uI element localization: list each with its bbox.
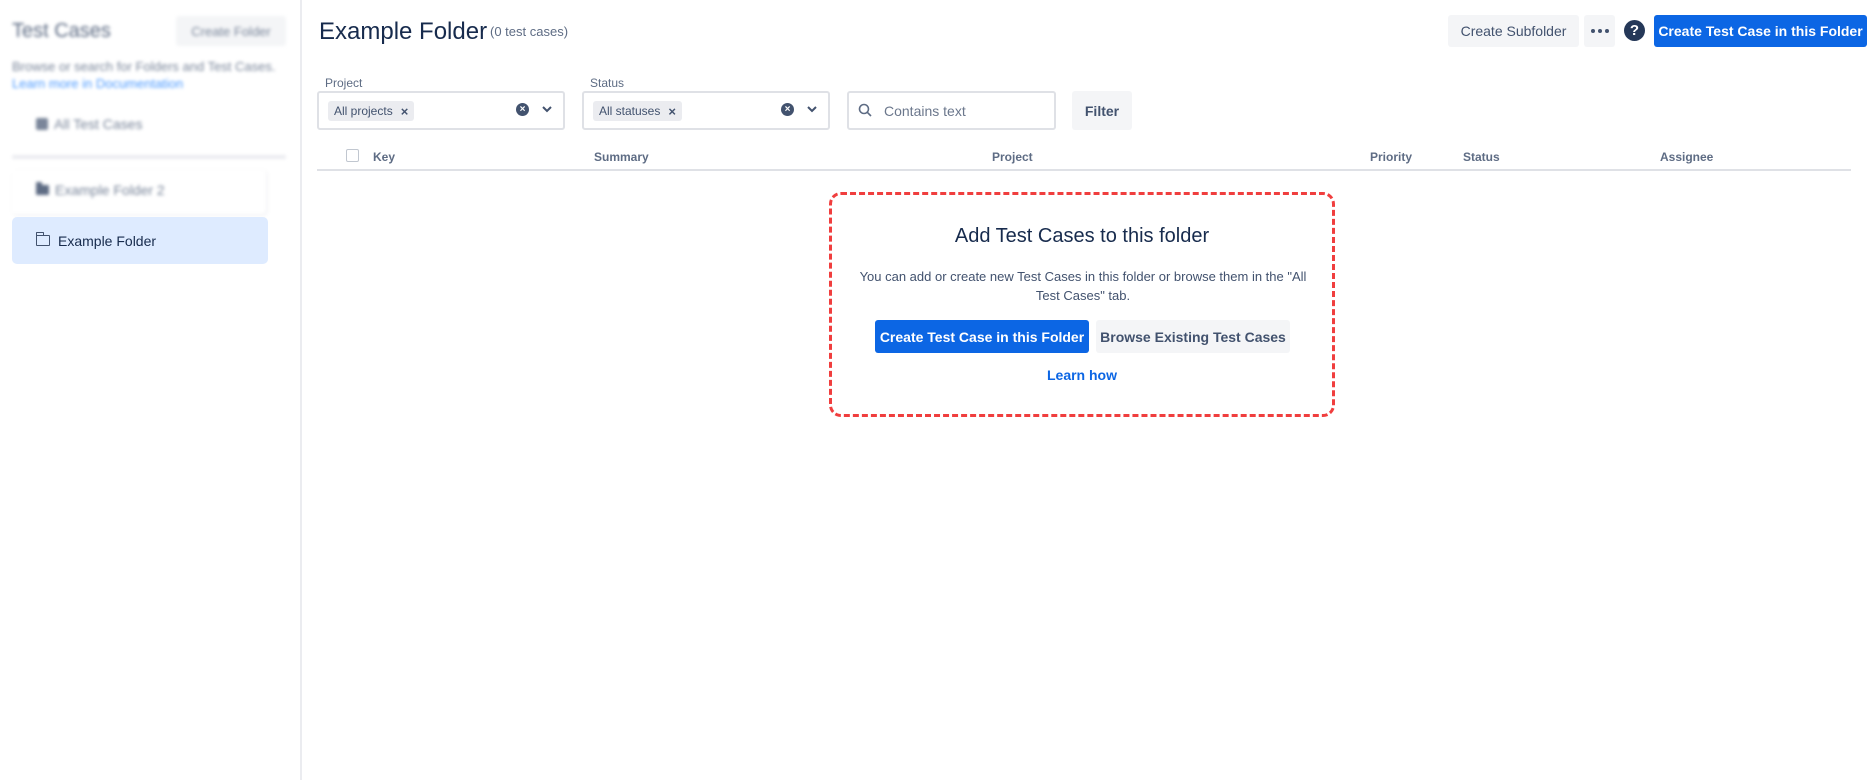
create-folder-button[interactable]: Create Folder [176,16,286,46]
more-horizontal-icon [1604,29,1609,33]
more-horizontal-icon [1590,29,1595,33]
search-placeholder: Contains text [884,103,966,119]
sidebar-item-example-folder-2[interactable]: Example Folder 2 [36,182,165,198]
project-chip: All projects × [328,101,415,121]
empty-state: Add Test Cases to this folder You can ad… [829,192,1335,417]
column-key[interactable]: Key [373,150,395,164]
column-summary[interactable]: Summary [594,150,649,164]
search-input[interactable]: Contains text [847,91,1056,130]
folder-icon [36,182,49,195]
create-subfolder-button[interactable]: Create Subfolder [1448,15,1579,47]
sidebar-item-label: All Test Cases [54,116,143,132]
remove-chip-icon[interactable]: × [401,104,409,119]
chip-label: All statuses [599,104,661,118]
test-case-count: (0 test cases) [490,24,569,39]
more-horizontal-icon [1597,29,1602,33]
chevron-down-icon[interactable] [806,102,818,116]
browse-existing-test-cases-button[interactable]: Browse Existing Test Cases [1096,320,1290,353]
create-test-case-in-folder-button[interactable]: Create Test Case in this Folder [875,320,1089,353]
archive-icon [36,118,48,130]
column-status[interactable]: Status [1463,150,1500,164]
select-all-checkbox[interactable] [346,149,359,162]
learn-how-link[interactable]: Learn how [832,367,1332,383]
sidebar: Test Cases Create Folder Browse or searc… [0,0,302,780]
folder-icon [35,232,50,246]
project-filter-label: Project [325,76,363,90]
column-priority[interactable]: Priority [1370,150,1412,164]
sidebar-title: Test Cases [12,20,111,42]
sidebar-item-example-folder[interactable]: Example Folder [12,217,268,264]
sidebar-item-label: Example Folder 2 [55,182,165,198]
sidebar-divider [12,155,286,159]
sidebar-description: Browse or search for Folders and Test Ca… [12,59,276,74]
clear-icon[interactable]: × [781,103,794,116]
clear-icon[interactable]: × [516,103,529,116]
filter-button[interactable]: Filter [1072,91,1132,130]
status-filter-select[interactable]: All statuses × × [582,91,830,130]
question-circle-icon[interactable]: ? [1624,20,1645,41]
table-header: Key Summary Project Priority Status Assi… [317,146,1851,171]
page-title: Example Folder [319,18,488,45]
status-filter-label: Status [590,76,625,90]
empty-state-title: Add Test Cases to this folder [954,225,1210,247]
empty-state-description: You can add or create new Test Cases in … [859,269,1307,303]
remove-chip-icon[interactable]: × [668,104,676,119]
create-test-case-button[interactable]: Create Test Case in this Folder [1654,15,1867,47]
status-chip: All statuses × [593,101,682,121]
documentation-link[interactable]: Learn more in Documentation [12,76,183,91]
sidebar-item-all-test-cases[interactable]: All Test Cases [36,116,142,132]
column-project[interactable]: Project [992,150,1033,164]
search-icon [858,103,872,117]
more-actions-button[interactable] [1584,15,1615,47]
sidebar-item-label: Example Folder [58,232,157,249]
column-assignee[interactable]: Assignee [1660,150,1713,164]
chip-label: All projects [334,104,393,118]
chevron-down-icon[interactable] [541,102,553,116]
project-filter-select[interactable]: All projects × × [317,91,565,130]
